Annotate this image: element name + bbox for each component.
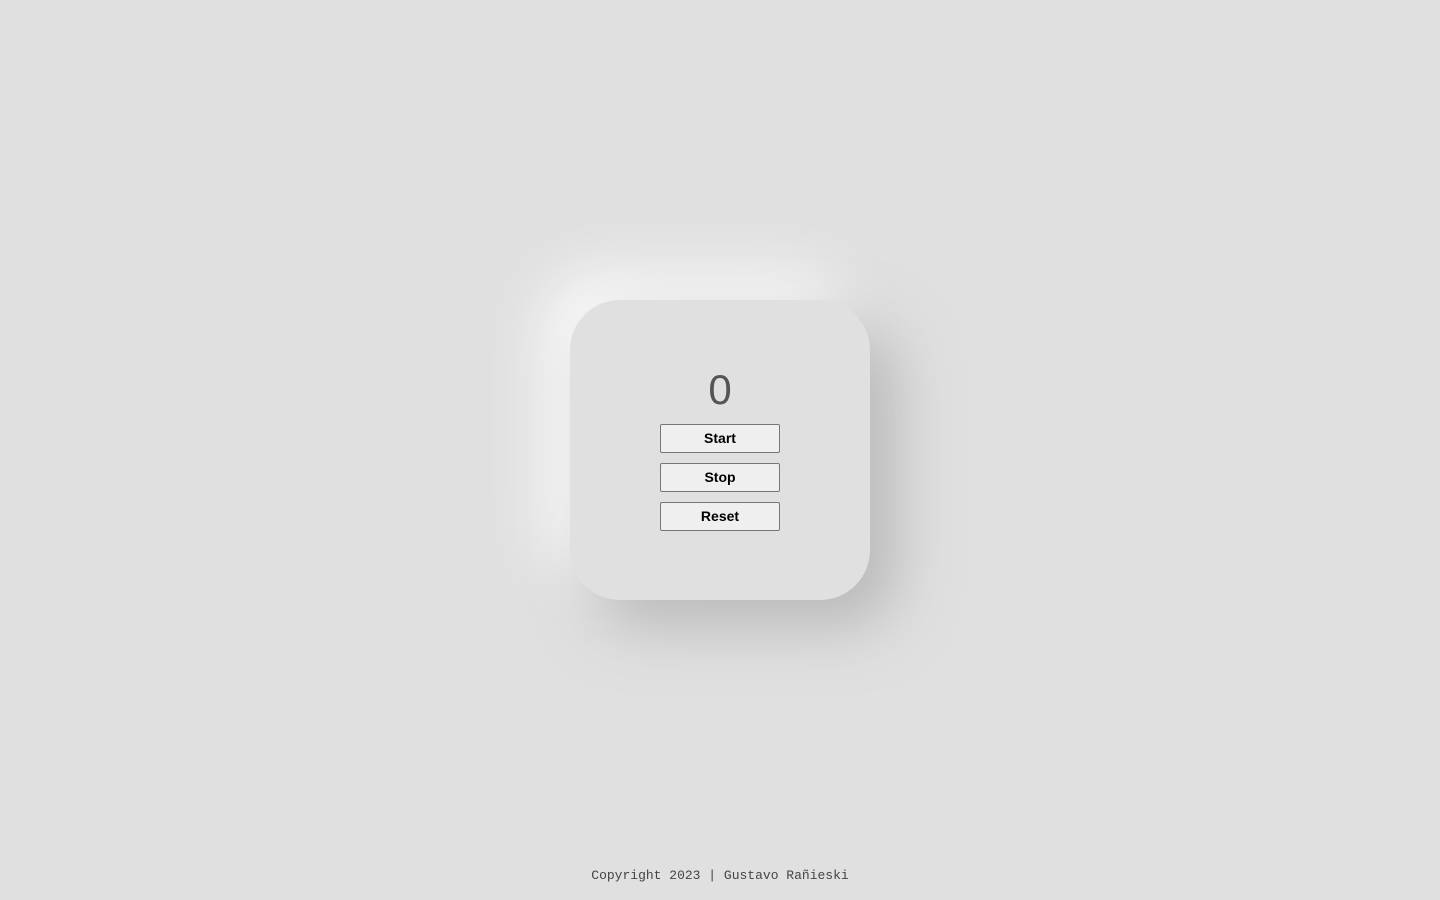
stop-button[interactable]: Stop [660,463,780,492]
start-button[interactable]: Start [660,424,780,453]
reset-button[interactable]: Reset [660,502,780,531]
stopwatch-card: 0 Start Stop Reset [570,300,870,600]
counter-display: 0 [708,366,732,413]
footer-copyright: Copyright 2023 | Gustavo Rañieski [591,868,849,883]
